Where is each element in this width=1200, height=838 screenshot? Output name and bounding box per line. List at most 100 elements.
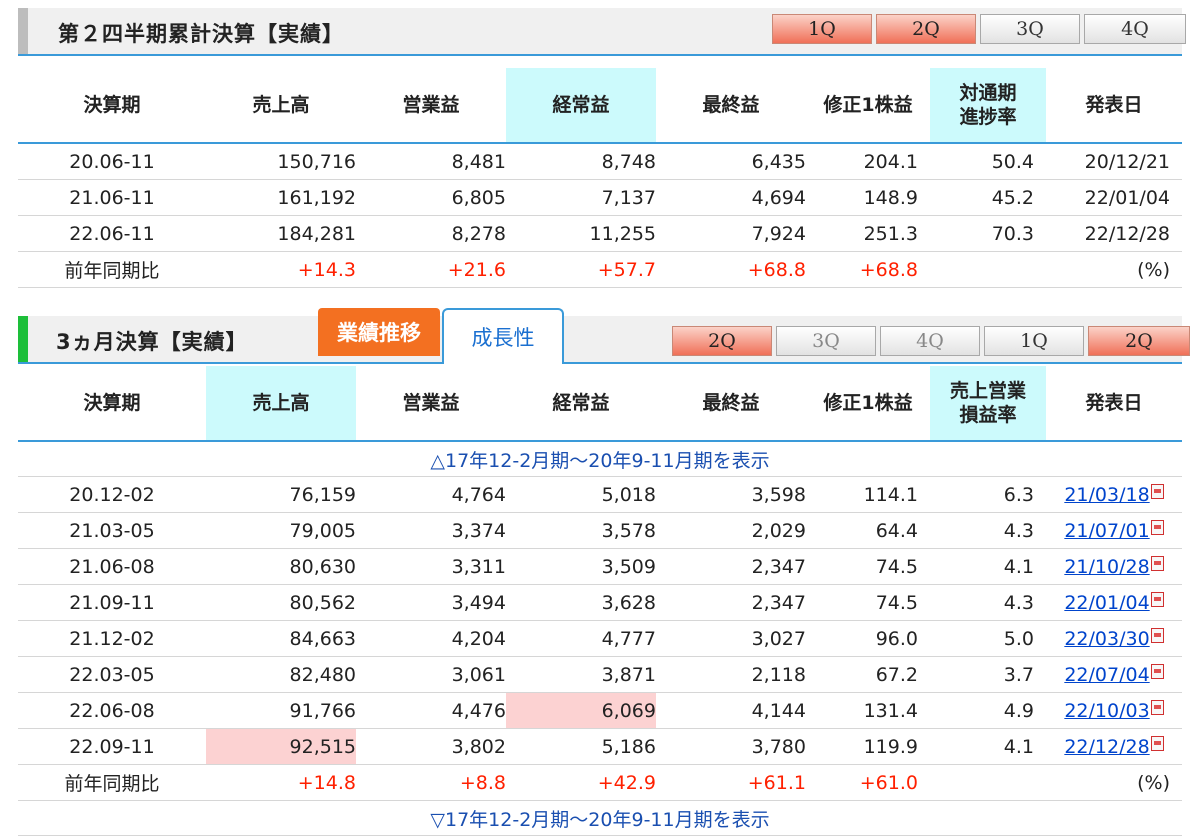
col-header-period: 決算期 [18, 366, 206, 442]
cell-date: 22/03/30 [1046, 620, 1182, 657]
quarterly-q-button-2q-prev[interactable]: 2Q [672, 326, 772, 356]
cumulative-q-button-3q[interactable]: 3Q [980, 14, 1080, 44]
announce-date-link[interactable]: 21/07/01 [1064, 520, 1149, 542]
announce-date-link[interactable]: 21/10/28 [1064, 556, 1149, 578]
announce-date-link[interactable]: 22/01/04 [1064, 592, 1149, 614]
cell-eps: 114.1 [806, 476, 930, 513]
cell-ordinary: 5,186 [506, 728, 656, 765]
cell-ordinary: 3,628 [506, 584, 656, 621]
show-next-periods[interactable]: ▽17年12-2月期～20年9-11月期を表示 [18, 800, 1182, 836]
cell-date: 20/12/21 [1046, 143, 1182, 180]
cell-operating: 4,204 [356, 620, 506, 657]
show-prev-periods[interactable]: △17年12-2月期～20年9-11月期を表示 [18, 441, 1182, 477]
cell-ordinary: 3,509 [506, 548, 656, 585]
cell-date: 22/12/28 [1046, 728, 1182, 765]
cell-date: 21/10/28 [1046, 548, 1182, 585]
tab-growth[interactable]: 成長性 [442, 308, 564, 364]
cell-operating: 8,481 [356, 143, 506, 180]
announce-date-link[interactable]: 22/10/03 [1064, 700, 1149, 722]
cumulative-title: 第２四半期累計決算【実績】 [58, 22, 344, 46]
yoy-sales: +14.8 [206, 764, 356, 801]
announce-date-link[interactable]: 22/07/04 [1064, 664, 1149, 686]
cumulative-header-row: 決算期 売上高 営業益 経常益 最終益 修正1株益 対通期 進捗率 発表日 [18, 68, 1182, 144]
cell-operating: 8,278 [356, 215, 506, 252]
cell-sales: 150,716 [206, 143, 356, 180]
quarterly-q-button-1q[interactable]: 1Q [984, 326, 1084, 356]
col-header-eps: 修正1株益 [806, 366, 930, 442]
quarterly-table-body: △17年12-2月期～20年9-11月期を表示 20.12-02 76,159 4,7… [18, 441, 1182, 836]
cell-period: 21.09-11 [18, 584, 206, 621]
pdf-icon[interactable] [1150, 735, 1164, 751]
cell-eps: 64.4 [806, 512, 930, 549]
col-header-period: 決算期 [18, 68, 206, 144]
cell-ratio: 45.2 [930, 179, 1046, 216]
cell-ratio: 70.3 [930, 215, 1046, 252]
cell-operating: 3,494 [356, 584, 506, 621]
col-header-margin: 売上営業 損益率 [930, 366, 1046, 442]
cell-eps: 96.0 [806, 620, 930, 657]
yoy-eps: +61.0 [806, 764, 930, 801]
cumulative-q-button-1q[interactable]: 1Q [772, 14, 872, 44]
cell-net: 4,694 [656, 179, 806, 216]
cell-ordinary: 4,777 [506, 620, 656, 657]
cell-net: 2,347 [656, 548, 806, 585]
pdf-icon[interactable] [1150, 591, 1164, 607]
col-header-sales: 売上高 [206, 68, 356, 144]
cell-sales: 161,192 [206, 179, 356, 216]
cell-net: 2,029 [656, 512, 806, 549]
cumulative-table: 決算期 売上高 営業益 経常益 最終益 修正1株益 対通期 進捗率 発表日 20.… [18, 68, 1182, 288]
pdf-icon[interactable] [1150, 627, 1164, 643]
col-header-eps: 修正1株益 [806, 68, 930, 144]
cell-eps: 119.9 [806, 728, 930, 765]
cumulative-q-button-4q[interactable]: 4Q [1084, 14, 1186, 44]
pdf-icon[interactable] [1150, 663, 1164, 679]
cumulative-table-body: 20.06-11 150,716 8,481 8,748 6,435 204.1 50.4 2… [18, 143, 1182, 288]
cell-sales: 80,630 [206, 548, 356, 585]
tab-performance[interactable]: 業績推移 [318, 308, 440, 356]
cell-ordinary: 3,578 [506, 512, 656, 549]
announce-date-link[interactable]: 22/03/30 [1064, 628, 1149, 650]
cell-operating: 3,061 [356, 656, 506, 693]
cell-operating: 6,805 [356, 179, 506, 216]
cell-sales: 92,515 [206, 728, 356, 765]
quarterly-q-button-4q[interactable]: 4Q [880, 326, 980, 356]
cell-sales: 184,281 [206, 215, 356, 252]
pdf-icon[interactable] [1150, 699, 1164, 715]
col-header-operating: 営業益 [356, 366, 506, 442]
table-row: 21.09-11 80,562 3,494 3,628 2,347 74.5 4.3 22/0… [18, 584, 1182, 621]
quarterly-q-button-3q[interactable]: 3Q [776, 326, 876, 356]
table-row: 21.12-02 84,663 4,204 4,777 3,027 96.0 5.0 22/0… [18, 620, 1182, 657]
pdf-icon[interactable] [1150, 519, 1164, 535]
announce-date-link[interactable]: 21/03/18 [1064, 484, 1149, 506]
quarterly-header-row: 決算期 売上高 営業益 経常益 最終益 修正1株益 売上営業 損益率 発表日 [18, 366, 1182, 442]
cell-ordinary: 11,255 [506, 215, 656, 252]
cell-net: 2,118 [656, 656, 806, 693]
cell-period: 21.06-11 [18, 179, 206, 216]
yoy-spacer [930, 764, 1046, 801]
cell-period: 22.03-05 [18, 656, 206, 693]
pdf-icon[interactable] [1150, 483, 1164, 499]
announce-date-link[interactable]: 22/12/28 [1064, 736, 1149, 758]
yoy-unit: (%) [1046, 251, 1182, 288]
cell-operating: 4,476 [356, 692, 506, 729]
yoy-operating: +21.6 [356, 251, 506, 288]
quarterly-q-button-2q[interactable]: 2Q [1088, 326, 1190, 356]
show-prev-periods-link[interactable]: △17年12-2月期～20年9-11月期を表示 [18, 441, 1182, 477]
yoy-row: 前年同期比 +14.3 +21.6 +57.7 +68.8 +68.8 (%) [18, 251, 1182, 288]
yoy-sales: +14.3 [206, 251, 356, 288]
table-row: 21.06-11 161,192 6,805 7,137 4,694 148.9 45.2 2… [18, 179, 1182, 216]
cell-period: 21.06-08 [18, 548, 206, 585]
show-next-periods-link[interactable]: ▽17年12-2月期～20年9-11月期を表示 [18, 800, 1182, 836]
quarterly-title: 3ヵ月決算【実績】 [56, 330, 248, 354]
cumulative-q-button-2q[interactable]: 2Q [876, 14, 976, 44]
cell-date: 22/01/04 [1046, 179, 1182, 216]
cell-eps: 131.4 [806, 692, 930, 729]
col-header-date: 発表日 [1046, 366, 1182, 442]
pdf-icon[interactable] [1150, 555, 1164, 571]
col-header-net: 最終益 [656, 366, 806, 442]
cell-net: 3,780 [656, 728, 806, 765]
cell-ratio: 50.4 [930, 143, 1046, 180]
cell-period: 21.03-05 [18, 512, 206, 549]
col-header-net: 最終益 [656, 68, 806, 144]
cell-eps: 148.9 [806, 179, 930, 216]
